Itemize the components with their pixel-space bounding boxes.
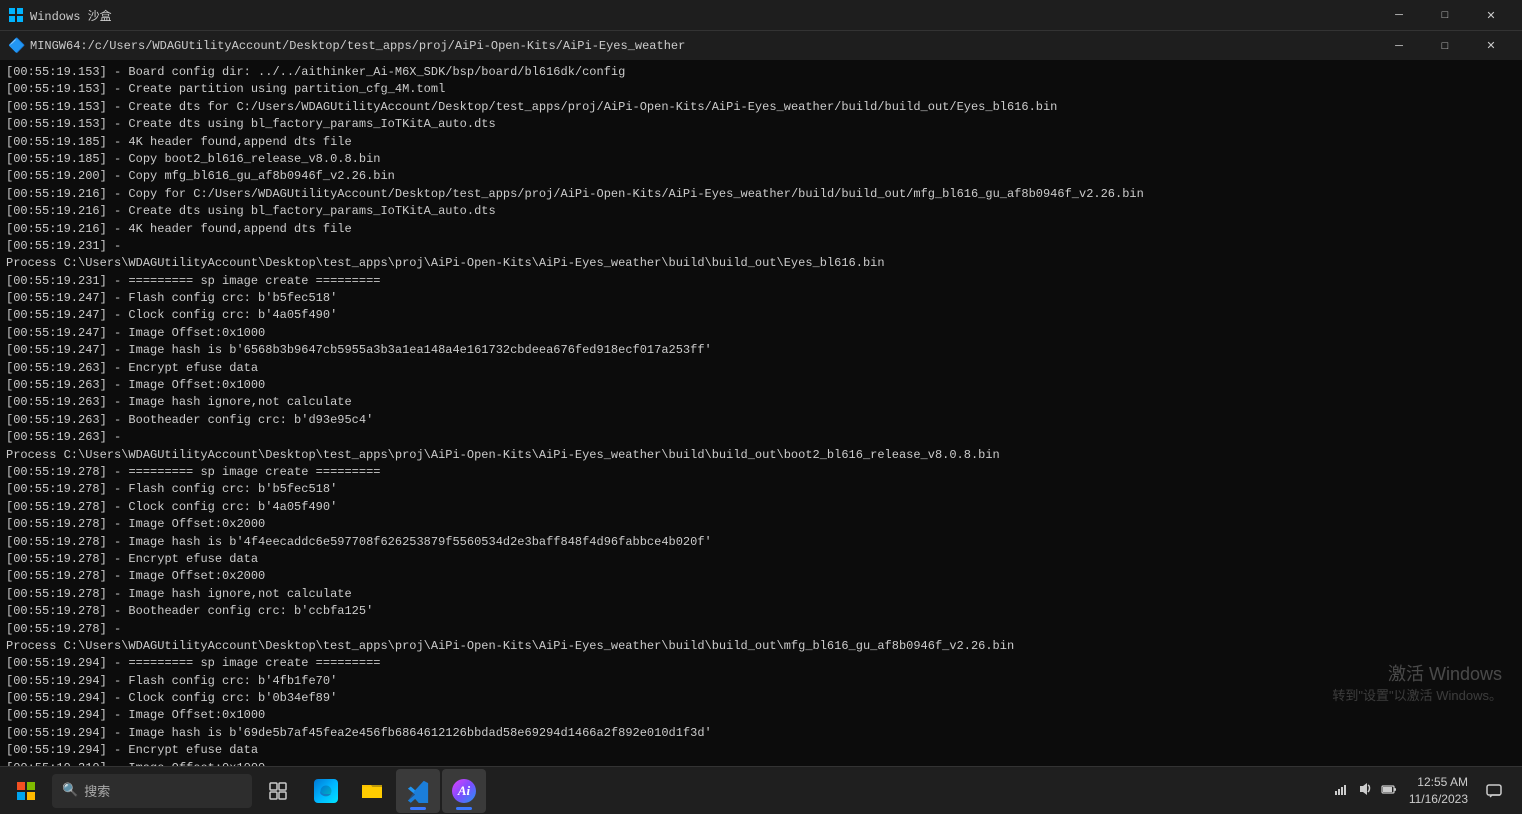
- taskbar: 🔍 搜索: [0, 766, 1522, 814]
- notifications-button[interactable]: [1478, 775, 1510, 807]
- maximize-button[interactable]: □: [1422, 0, 1468, 30]
- task-view-button[interactable]: [256, 769, 300, 813]
- start-button[interactable]: [4, 769, 48, 813]
- clock-date: 11/16/2023: [1409, 791, 1468, 808]
- volume-icon[interactable]: [1355, 779, 1375, 803]
- terminal[interactable]: [00:55:19.153] - Board config dir: ../..…: [0, 60, 1522, 766]
- taskbar-app-vscode[interactable]: [396, 769, 440, 813]
- mingw-icon: 🔷: [8, 38, 24, 54]
- chat-icon: [1485, 782, 1503, 800]
- network-icon[interactable]: [1331, 779, 1351, 803]
- second-maximize-button[interactable]: □: [1422, 31, 1468, 61]
- second-bar-controls: ─ □ ✕: [1376, 31, 1514, 61]
- second-close-button[interactable]: ✕: [1468, 31, 1514, 61]
- taskbar-apps: Ai: [300, 769, 1323, 813]
- ai-app-icon: Ai: [452, 779, 476, 803]
- title-bar-text: Windows 沙盒: [30, 7, 1376, 24]
- battery-icon[interactable]: [1379, 779, 1399, 803]
- terminal-output: [00:55:19.153] - Board config dir: ../..…: [6, 64, 1516, 766]
- taskbar-app-ai[interactable]: Ai: [442, 769, 486, 813]
- windows-logo-icon: [17, 782, 35, 800]
- clock-time: 12:55 AM: [1409, 774, 1468, 791]
- edge-icon: [314, 779, 338, 803]
- search-icon: 🔍: [62, 783, 78, 798]
- tray-icons: [1331, 779, 1399, 803]
- explorer-icon: [360, 779, 384, 803]
- title-bar: Windows 沙盒 ─ □ ✕: [0, 0, 1522, 30]
- second-bar-title: MINGW64:/c/Users/WDAGUtilityAccount/Desk…: [30, 39, 1376, 53]
- window-icon: [8, 7, 24, 23]
- taskbar-app-explorer[interactable]: [350, 769, 394, 813]
- close-button[interactable]: ✕: [1468, 0, 1514, 30]
- task-view-icon: [269, 782, 287, 800]
- vscode-icon: [406, 779, 430, 803]
- minimize-button[interactable]: ─: [1376, 0, 1422, 30]
- system-tray: 12:55 AM 11/16/2023: [1323, 774, 1518, 808]
- system-clock[interactable]: 12:55 AM 11/16/2023: [1405, 774, 1472, 808]
- second-bar: 🔷 MINGW64:/c/Users/WDAGUtilityAccount/De…: [0, 30, 1522, 60]
- taskbar-app-edge[interactable]: [304, 769, 348, 813]
- taskbar-search[interactable]: 🔍 搜索: [52, 774, 252, 808]
- second-minimize-button[interactable]: ─: [1376, 31, 1422, 61]
- search-text: 搜索: [84, 781, 110, 800]
- title-bar-controls: ─ □ ✕: [1376, 0, 1514, 30]
